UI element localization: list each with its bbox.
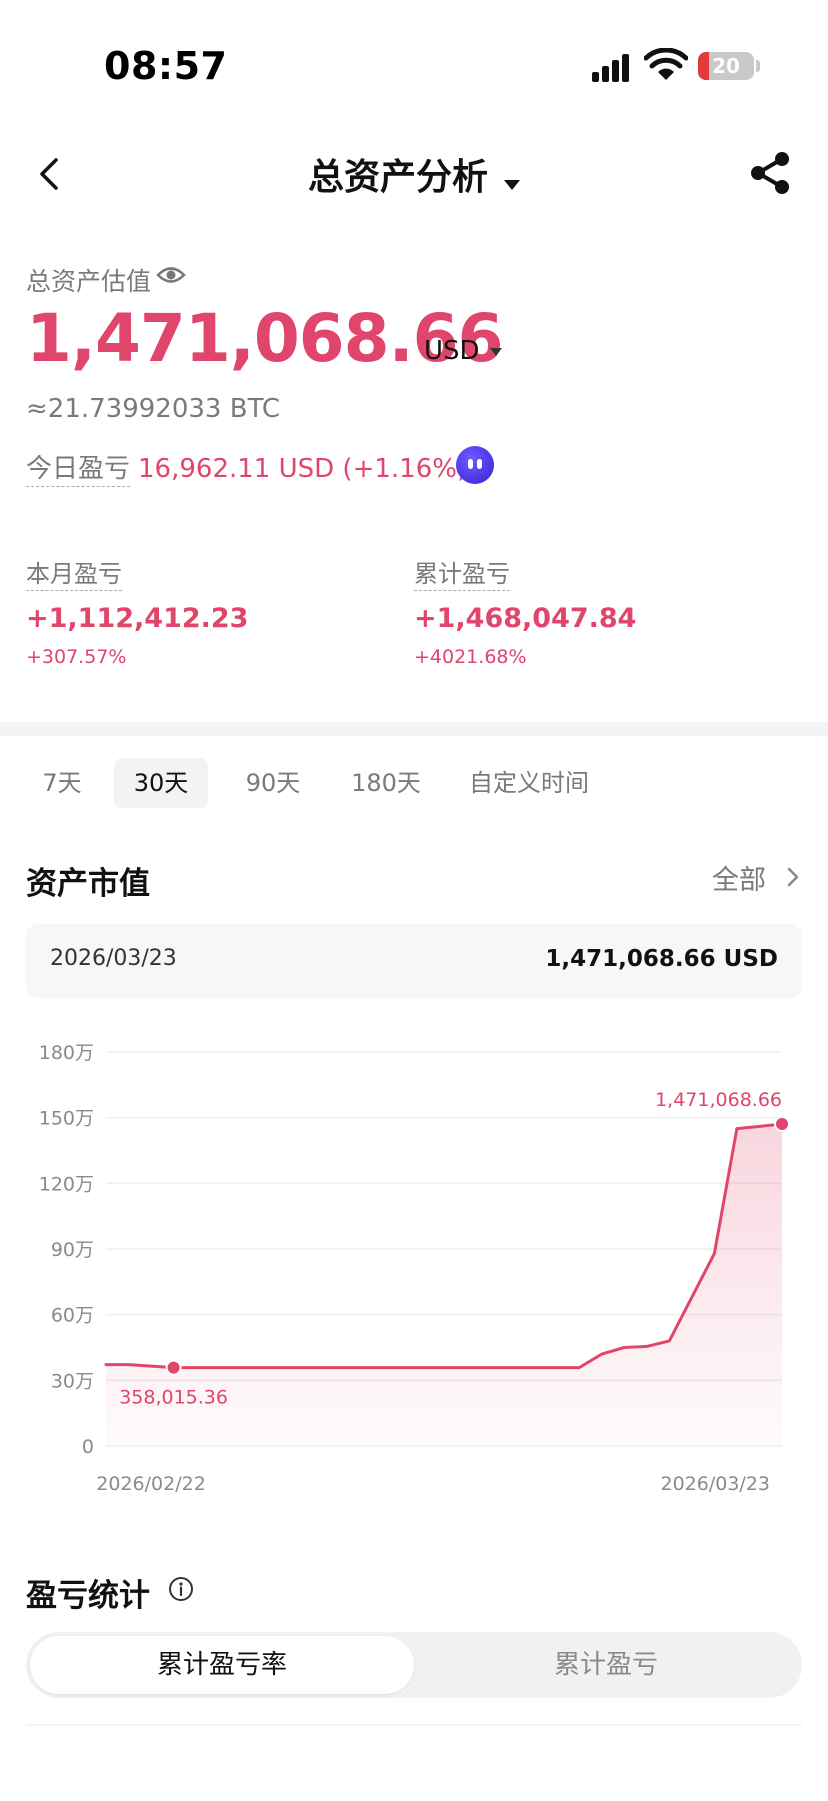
data-point-marker[interactable] (774, 1115, 790, 1132)
content-divider (26, 1724, 802, 1726)
today-pnl-value: 16,962.11 USD (+1.16%) (138, 454, 468, 484)
x-tick-label: 2026/03/23 (660, 1473, 770, 1495)
selected-date: 2026/03/23 (50, 946, 177, 971)
y-tick-label: 150万 (39, 1108, 94, 1130)
page-title-dropdown[interactable]: 总资产分析 (0, 148, 828, 200)
total-pnl-label[interactable]: 累计盈亏 (414, 560, 510, 591)
y-tick-label: 90万 (51, 1239, 94, 1261)
chevron-right-icon[interactable] (786, 866, 800, 888)
x-tick-label: 2026/02/22 (96, 1473, 206, 1495)
y-tick-label: 30万 (51, 1370, 94, 1392)
month-pnl-value: +1,112,412.23 (26, 603, 249, 634)
today-pnl-label[interactable]: 今日盈亏 (26, 454, 131, 487)
wifi-icon (644, 48, 688, 80)
asset-value-title: 资产市值 (26, 866, 150, 902)
today-pnl-row: 今日盈亏 16,962.11 USD (+1.16%) (26, 448, 468, 487)
btc-equivalent: ≈21.73992033 BTC (26, 394, 281, 424)
cellular-signal-icon (592, 52, 632, 82)
tab-30d[interactable]: 30天 (114, 758, 208, 808)
y-tick-label: 120万 (39, 1173, 94, 1195)
total-pnl-block: 累计盈亏 +1,468,047.84 +4021.68% (414, 554, 744, 668)
caret-down-icon[interactable] (490, 348, 502, 356)
segment-cumulative-rate[interactable]: 累计盈亏率 (30, 1636, 414, 1694)
selected-value: 1,471,068.66 USD (545, 946, 778, 972)
tab-180d[interactable]: 180天 (336, 758, 436, 808)
status-bar: 08:57 20 (0, 0, 828, 130)
assistant-bot-icon[interactable] (456, 446, 494, 484)
pnl-segmented-control: 累计盈亏率 累计盈亏 (26, 1632, 802, 1698)
y-tick-label: 60万 (51, 1305, 94, 1327)
nav-bar: 总资产分析 (0, 130, 828, 216)
data-label: 358,015.36 (119, 1387, 228, 1409)
battery-icon: 20 (698, 52, 754, 80)
all-link[interactable]: 全部 (712, 858, 766, 897)
eye-icon[interactable] (156, 264, 186, 286)
section-divider (0, 722, 828, 736)
status-time: 08:57 (104, 44, 228, 88)
caret-down-icon (504, 179, 520, 190)
currency-selector[interactable]: USD (424, 336, 480, 366)
segment-cumulative-pnl[interactable]: 累计盈亏 (414, 1636, 798, 1694)
month-pnl-label[interactable]: 本月盈亏 (26, 560, 122, 591)
total-pnl-percent: +4021.68% (414, 646, 527, 668)
month-pnl-block: 本月盈亏 +1,112,412.23 +307.57% (26, 554, 356, 668)
battery-cap (756, 60, 760, 72)
pnl-stats-title: 盈亏统计 (26, 1578, 150, 1614)
page-title: 总资产分析 (307, 157, 488, 198)
y-tick-label: 180万 (39, 1042, 94, 1064)
data-point-marker[interactable] (165, 1359, 182, 1376)
share-icon[interactable] (748, 150, 792, 196)
total-assets-label: 总资产估值 (26, 267, 152, 296)
month-pnl-percent: +307.57% (26, 646, 127, 668)
selected-point-card: 2026/03/23 1,471,068.66 USD (26, 924, 802, 998)
tab-90d[interactable]: 90天 (228, 758, 318, 808)
total-pnl-value: +1,468,047.84 (414, 603, 637, 634)
battery-level: 20 (712, 54, 740, 78)
tab-custom-time[interactable]: 自定义时间 (454, 758, 604, 808)
y-tick-label: 0 (82, 1436, 94, 1458)
asset-value-chart[interactable]: 0 30万 60万 90万 120万 150万 180万 358,015.36 1,471,0… (0, 1030, 828, 1510)
tab-7d[interactable]: 7天 (30, 758, 94, 808)
data-label: 1,471,068.66 (655, 1089, 782, 1111)
info-icon[interactable] (168, 1576, 194, 1602)
